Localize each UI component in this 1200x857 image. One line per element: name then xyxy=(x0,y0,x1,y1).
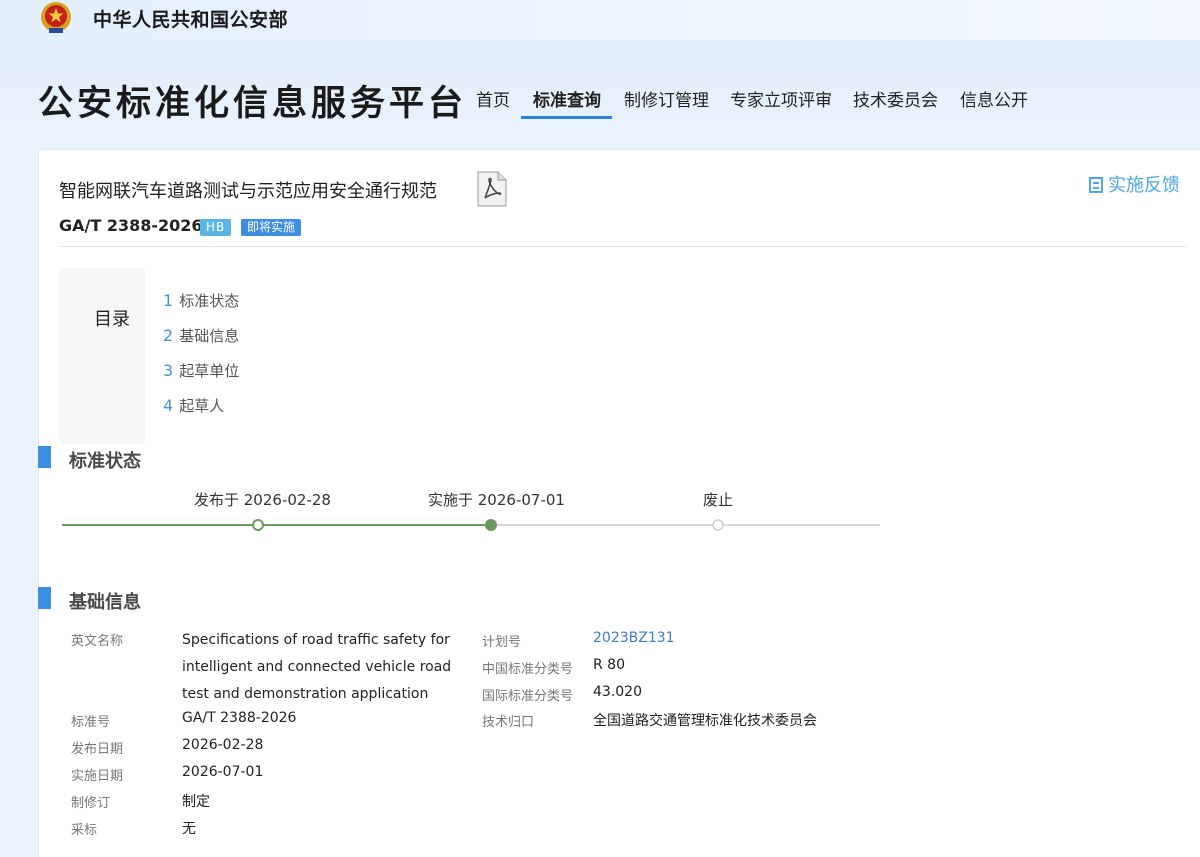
feedback-link[interactable]: 实施反馈 xyxy=(1089,171,1180,197)
toc-item-basic-info[interactable]: 2 基础信息 xyxy=(163,325,239,346)
feedback-label: 实施反馈 xyxy=(1108,175,1180,196)
timeline-label-abolished: 废止 xyxy=(703,491,734,509)
value-adoption: 无 xyxy=(182,821,196,837)
value-intl-classification: 43.020 xyxy=(593,684,642,700)
site-header: 公安标准化信息服务平台 首页 标准查询 制修订管理 专家立项评审 技术委员会 信… xyxy=(0,40,1200,135)
label-english-name: 英文名称 xyxy=(71,634,124,649)
police-emblem-icon xyxy=(41,2,71,33)
value-publish-date: 2026-02-28 xyxy=(182,737,264,753)
title-divider xyxy=(59,246,1187,247)
status-section-title: 标准状态 xyxy=(69,451,141,472)
nav-info-disclosure[interactable]: 信息公开 xyxy=(960,86,1028,111)
value-cn-classification: R 80 xyxy=(593,657,625,673)
label-cn-classification: 中国标准分类号 xyxy=(482,662,574,677)
toc-panel xyxy=(59,268,145,444)
label-publish-date: 发布日期 xyxy=(71,742,124,757)
section-marker xyxy=(38,587,51,609)
timeline-label-implemented: 实施于 2026-07-01 xyxy=(428,491,565,509)
document-list-icon xyxy=(1089,177,1103,193)
value-plan-number[interactable]: 2023BZ131 xyxy=(593,630,675,646)
toc-item-drafters[interactable]: 4 起草人 xyxy=(163,395,224,416)
standard-code: GA/T 2388-2026 xyxy=(59,216,203,235)
timeline-label-published: 发布于 2026-02-28 xyxy=(194,491,331,509)
label-intl-classification: 国际标准分类号 xyxy=(482,689,574,704)
value-english-name: Specifications of road traffic safety fo… xyxy=(182,632,452,702)
value-standard-number: GA/T 2388-2026 xyxy=(182,710,297,726)
nav-home[interactable]: 首页 xyxy=(476,86,510,111)
value-revision-type: 制定 xyxy=(182,794,210,810)
label-plan-number: 计划号 xyxy=(482,635,522,650)
top-bar: 中华人民共和国公安部 xyxy=(0,0,1200,40)
basic-section-title: 基础信息 xyxy=(69,592,141,613)
type-badge: HB xyxy=(200,219,232,236)
value-implement-date: 2026-07-01 xyxy=(182,764,264,780)
pdf-icon[interactable] xyxy=(474,170,510,208)
label-implement-date: 实施日期 xyxy=(71,769,124,784)
label-revision-type: 制修订 xyxy=(71,796,111,811)
label-adoption: 采标 xyxy=(71,823,98,838)
platform-title: 公安标准化信息服务平台 xyxy=(38,84,468,124)
nav-technical-committee[interactable]: 技术委员会 xyxy=(853,86,938,111)
toc-heading: 目录 xyxy=(94,309,130,330)
label-standard-number: 标准号 xyxy=(71,715,111,730)
nav-active-indicator xyxy=(521,116,612,119)
value-technical-committee: 全国道路交通管理标准化技术委员会 xyxy=(593,713,817,729)
standard-title: 智能网联汽车道路测试与示范应用安全通行规范 xyxy=(59,181,437,202)
nav-expert-review[interactable]: 专家立项评审 xyxy=(730,86,832,111)
label-technical-committee: 技术归口 xyxy=(482,715,535,730)
toc-item-drafting-units[interactable]: 3 起草单位 xyxy=(163,360,239,381)
ministry-name: 中华人民共和国公安部 xyxy=(93,9,289,31)
section-marker xyxy=(38,446,51,468)
status-badge: 即将实施 xyxy=(241,219,302,236)
toc-item-status[interactable]: 1 标准状态 xyxy=(163,290,239,311)
nav-standard-query[interactable]: 标准查询 xyxy=(533,86,601,111)
nav-revision-management[interactable]: 制修订管理 xyxy=(624,86,709,111)
